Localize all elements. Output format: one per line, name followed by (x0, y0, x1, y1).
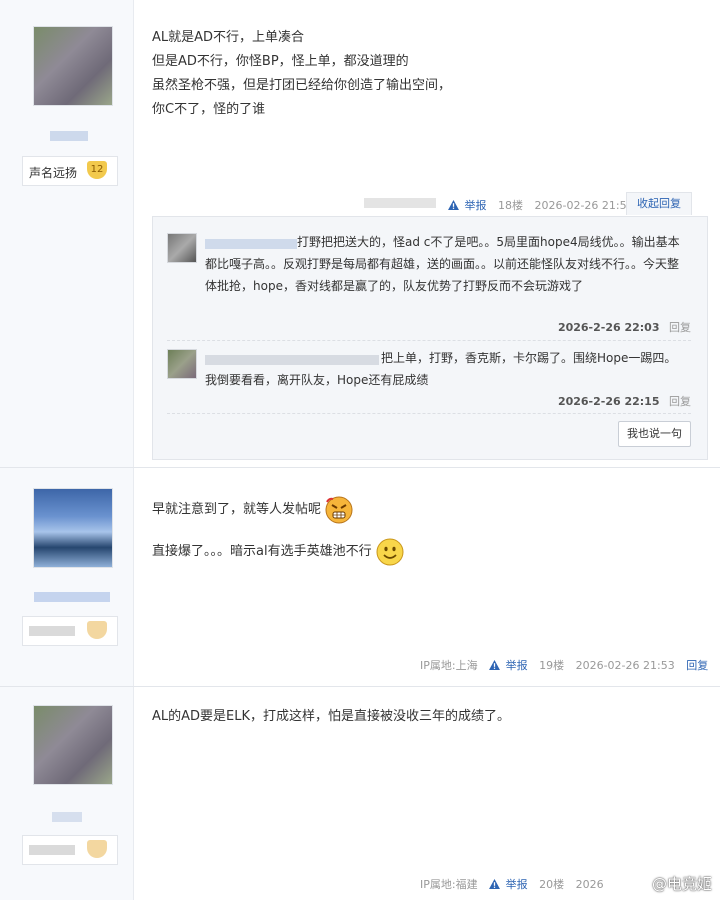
floor-number: 20楼 (539, 878, 565, 891)
reply-box: 打野把把送大的，怪ad c不了是吧。。5局里面hope4局线优。。输出基本都比嘎… (152, 216, 708, 460)
ip-location: IP属地:上海 (420, 659, 478, 672)
content-line: AL就是AD不行，上单凑合 (152, 30, 305, 45)
post-time: 2026 (575, 878, 604, 891)
content-line: 但是AD不行，你怪BP，怪上单，都没道理的 (152, 54, 409, 69)
obscured-text (364, 198, 436, 208)
post-content: 早就注意到了，就等人发帖呢 直接爆了。。。暗示al有选手英雄池不行 (152, 488, 692, 572)
report-link[interactable]: 举报 (489, 659, 531, 672)
post-meta: IP属地:福建 举报 20楼 2026 (420, 876, 604, 892)
say-something-button[interactable]: 我也说一句 (618, 421, 691, 447)
post-meta: 举报 18楼 2026-02-26 21:53 (448, 197, 634, 213)
report-link[interactable]: 举报 (489, 878, 531, 891)
report-link[interactable]: 举报 (448, 199, 490, 212)
post-20: AL的AD要是ELK，打成这样，怕是直接被没收三年的成绩了。 IP属地:福建 举… (0, 687, 720, 900)
reply-meta: 2026-2-26 22:15 回复 (558, 393, 691, 409)
warning-icon (489, 879, 501, 889)
reply-text: 把上单，打野，香克斯，卡尔踢了。围绕Hope一踢四。我倒要看看，离开队友，Hop… (205, 351, 677, 387)
avatar[interactable] (33, 705, 113, 785)
reply-link[interactable]: 回复 (669, 321, 691, 334)
divider (167, 340, 691, 341)
reply-link[interactable]: 回复 (669, 395, 691, 408)
post-content: AL就是AD不行，上单凑合 但是AD不行，你怪BP，怪上单，都没道理的 虽然圣枪… (152, 26, 692, 122)
reply-avatar[interactable] (167, 233, 197, 263)
level-badge-icon: 12 (87, 161, 107, 179)
reply-meta: 2026-2-26 22:03 回复 (558, 319, 691, 335)
angry-grin-icon (325, 496, 353, 523)
post-18: 声名远扬 12 AL就是AD不行，上单凑合 但是AD不行，你怪BP，怪上单，都没… (0, 0, 720, 468)
floor-number: 19楼 (539, 659, 565, 672)
reply-time: 2026-2-26 22:15 (557, 395, 660, 408)
username[interactable] (50, 131, 88, 141)
ip-location: IP属地:福建 (420, 878, 478, 891)
post-meta: IP属地:上海 举报 19楼 2026-02-26 21:53 回复 (420, 657, 708, 673)
obscured-badge-title (29, 626, 75, 636)
reply-time: 2026-2-26 22:03 (557, 321, 660, 334)
content-line: 你C不了，怪的了谁 (152, 102, 266, 117)
reputation-badge (22, 835, 118, 865)
warning-icon (448, 200, 459, 210)
username[interactable] (52, 812, 82, 822)
post-time: 2026-02-26 21:53 (575, 659, 675, 672)
reply-link[interactable]: 回复 (686, 659, 708, 672)
username[interactable] (34, 592, 110, 602)
content-line: 虽然圣枪不强，但是打团已经给你创造了输出空间， (152, 78, 452, 93)
post-content: AL的AD要是ELK，打成这样，怕是直接被没收三年的成绩了。 (152, 705, 692, 729)
reputation-badge (22, 616, 118, 646)
reputation-badge: 声名远扬 12 (22, 156, 118, 186)
content-line: 直接爆了。。。暗示al有选手英雄池不行 (152, 532, 692, 572)
floor-number: 18楼 (498, 199, 523, 212)
content-line: AL的AD要是ELK，打成这样，怕是直接被没收三年的成绩了。 (152, 709, 511, 724)
warning-icon (489, 660, 501, 670)
obscured-badge-title (29, 845, 75, 855)
reply-text: 打野把把送大的，怪ad c不了是吧。。5局里面hope4局线优。。输出基本都比嘎… (205, 235, 680, 293)
collapse-replies-button[interactable]: 收起回复 (626, 192, 692, 215)
watermark: @电竞姬 (651, 875, 712, 893)
avatar[interactable] (33, 26, 113, 106)
post-19: 早就注意到了，就等人发帖呢 直接爆了。。。暗示al有选手英雄池不行 IP属地:上… (0, 468, 720, 687)
badge-title: 声名远扬 (29, 166, 78, 180)
smile-icon (376, 538, 404, 565)
reply-avatar[interactable] (167, 349, 197, 379)
level-badge-icon (87, 621, 107, 639)
avatar[interactable] (33, 488, 113, 568)
post-time: 2026-02-26 21:53 (534, 199, 634, 212)
content-line: 早就注意到了，就等人发帖呢 (152, 488, 692, 532)
divider (167, 413, 691, 414)
level-badge-icon (87, 840, 107, 858)
